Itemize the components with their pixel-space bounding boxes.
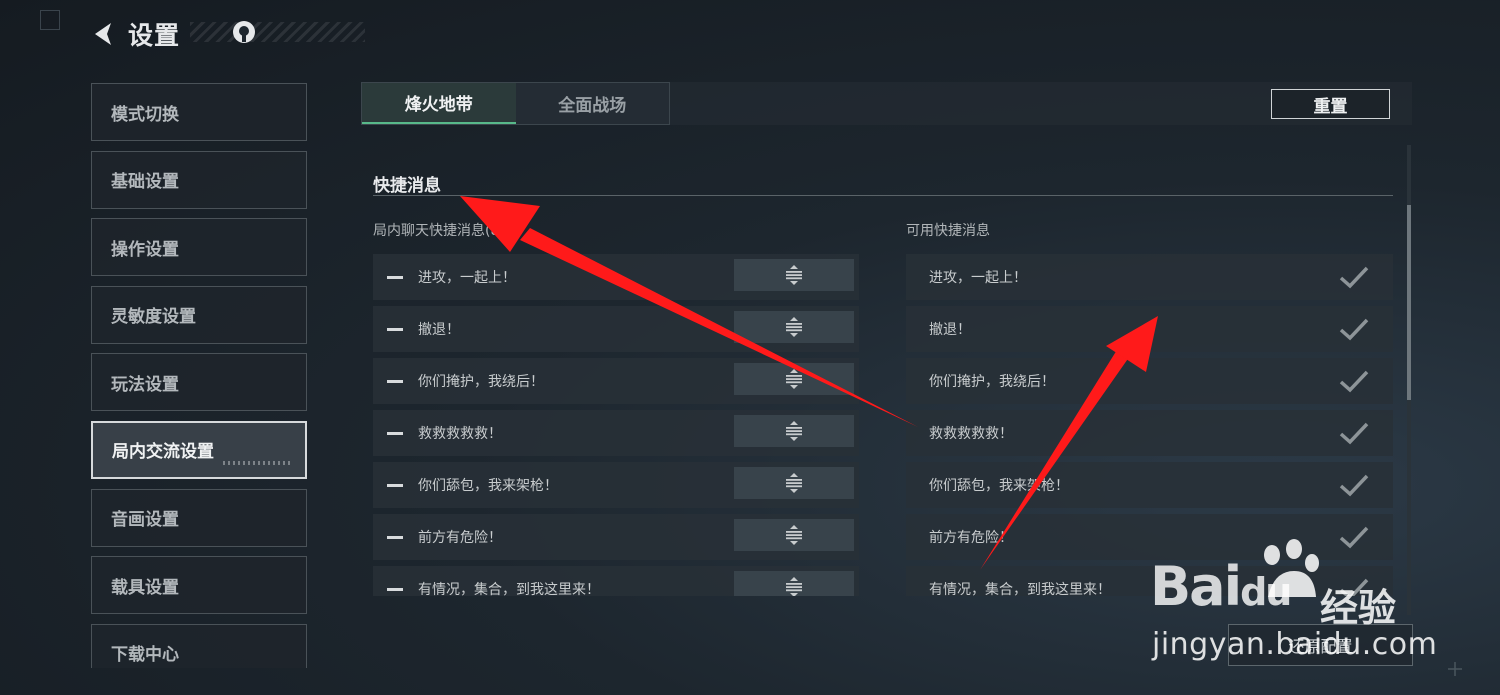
chat-message-row[interactable]: 你们掩护，我绕后！	[373, 358, 859, 404]
available-messages-header: 可用快捷消息	[906, 223, 990, 239]
sidebar-item-label: 灵敏度设置	[111, 307, 196, 328]
minus-icon[interactable]	[373, 410, 417, 456]
baidu-logo-text: Baidu	[1150, 555, 1292, 618]
help-icon[interactable]	[230, 18, 258, 46]
chat-message-row[interactable]: 前方有危险！	[373, 514, 859, 560]
check-icon[interactable]	[1339, 470, 1369, 500]
chat-message-row[interactable]: 有情况，集合，到我这里来！	[373, 566, 859, 596]
sidebar-item-gameplay-settings[interactable]: 玩法设置	[91, 353, 307, 412]
sidebar-item-label: 操作设置	[111, 239, 179, 260]
mode-tabs: 烽火地带 全面战场	[361, 82, 670, 125]
watermark-url: jingyan.baidu.com	[1152, 627, 1438, 662]
available-message-text: 你们舔包，我来架枪！	[929, 478, 1069, 494]
available-message-row[interactable]: 进攻，一起上！	[906, 254, 1393, 300]
minus-icon[interactable]	[373, 462, 417, 508]
drag-handle-icon[interactable]	[734, 259, 854, 291]
available-message-text: 有情况，集合，到我这里来！	[929, 582, 1111, 596]
available-message-text: 前方有危险！	[929, 530, 1013, 546]
chat-messages-list: 进攻，一起上！ 撤退！ 你们掩护，我绕后！ 救救救救救！ 你们舔包，我来架枪！ 前方有危险…	[373, 254, 859, 596]
chat-message-text: 救救救救救！	[418, 426, 502, 442]
drag-handle-icon[interactable]	[734, 467, 854, 499]
drag-handle-icon[interactable]	[734, 519, 854, 551]
chat-message-row[interactable]: 进攻，一起上！	[373, 254, 859, 300]
plus-decoration-icon	[1448, 662, 1462, 676]
scrollbar-thumb[interactable]	[1407, 205, 1411, 400]
chat-message-row[interactable]: 你们舔包，我来架枪！	[373, 462, 859, 508]
chat-messages-header: 局内聊天快捷消息(8/8)	[373, 223, 519, 239]
chat-message-text: 撤退！	[418, 322, 460, 338]
chat-message-text: 你们舔包，我来架枪！	[418, 478, 558, 494]
corner-frame	[40, 10, 60, 30]
drag-handle-icon[interactable]	[734, 571, 854, 596]
tab-all-out-warfare[interactable]: 全面战场	[516, 83, 670, 124]
header: 设置	[88, 14, 180, 54]
page-title: 设置	[128, 21, 181, 50]
minus-icon[interactable]	[373, 306, 417, 352]
sidebar-item-download-center[interactable]: 下载中心	[91, 623, 307, 668]
available-message-row[interactable]: 撤退！	[906, 306, 1393, 352]
sidebar-item-mode-switch[interactable]: 模式切换	[91, 83, 307, 141]
back-arrow-icon[interactable]	[88, 18, 120, 50]
chat-message-row[interactable]: 救救救救救！	[373, 410, 859, 456]
check-icon[interactable]	[1339, 314, 1369, 344]
sidebar-item-label: 局内交流设置	[112, 442, 214, 463]
minus-icon[interactable]	[373, 358, 417, 404]
sidebar: 模式切换 基础设置 操作设置 灵敏度设置 玩法设置 局内交流设置 音画设置 载具…	[91, 83, 307, 668]
check-icon[interactable]	[1339, 262, 1369, 292]
drag-handle-icon[interactable]	[734, 363, 854, 395]
section-divider	[373, 195, 1393, 196]
check-icon[interactable]	[1339, 366, 1369, 396]
drag-handle-icon[interactable]	[734, 311, 854, 343]
sidebar-item-sensitivity-settings[interactable]: 灵敏度设置	[91, 285, 307, 344]
check-icon[interactable]	[1339, 418, 1369, 448]
chat-message-text: 进攻，一起上！	[418, 270, 516, 286]
section-title: 快捷消息	[373, 176, 441, 196]
reset-button[interactable]: 重置	[1271, 89, 1390, 119]
tab-beacon-zone[interactable]: 烽火地带	[362, 83, 516, 124]
drag-handle-icon[interactable]	[734, 415, 854, 447]
minus-icon[interactable]	[373, 254, 417, 300]
sidebar-item-label: 基础设置	[111, 172, 179, 193]
minus-icon[interactable]	[373, 566, 417, 596]
chat-message-row[interactable]: 撤退！	[373, 306, 859, 352]
available-message-row[interactable]: 你们舔包，我来架枪！	[906, 462, 1393, 508]
header-hatch-decoration	[190, 22, 365, 42]
sidebar-item-control-settings[interactable]: 操作设置	[91, 218, 307, 277]
chat-message-text: 你们掩护，我绕后！	[418, 374, 544, 390]
sidebar-item-label: 下载中心	[111, 645, 179, 666]
sidebar-item-basic-settings[interactable]: 基础设置	[91, 150, 307, 209]
sidebar-item-in-game-communication[interactable]: 局内交流设置	[91, 420, 307, 479]
available-message-text: 撤退！	[929, 322, 971, 338]
available-message-text: 救救救救救！	[929, 426, 1013, 442]
baidu-jingyan-watermark: Baidu 经验 jingyan.baidu.com	[1150, 535, 1437, 665]
jingyan-text: 经验	[1320, 586, 1397, 630]
sidebar-item-audio-video-settings[interactable]: 音画设置	[91, 488, 307, 547]
sidebar-item-label: 载具设置	[111, 577, 179, 598]
sidebar-item-label: 模式切换	[111, 104, 179, 125]
sidebar-item-vehicle-settings[interactable]: 载具设置	[91, 556, 307, 615]
chat-message-text: 有情况，集合，到我这里来！	[418, 582, 600, 596]
available-message-row[interactable]: 你们掩护，我绕后！	[906, 358, 1393, 404]
available-message-text: 你们掩护，我绕后！	[929, 374, 1055, 390]
available-message-row[interactable]: 救救救救救！	[906, 410, 1393, 456]
sidebar-item-label: 玩法设置	[111, 374, 179, 395]
minus-icon[interactable]	[373, 514, 417, 560]
chat-message-text: 前方有危险！	[418, 530, 502, 546]
sidebar-item-label: 音画设置	[111, 510, 179, 531]
available-message-text: 进攻，一起上！	[929, 270, 1027, 286]
